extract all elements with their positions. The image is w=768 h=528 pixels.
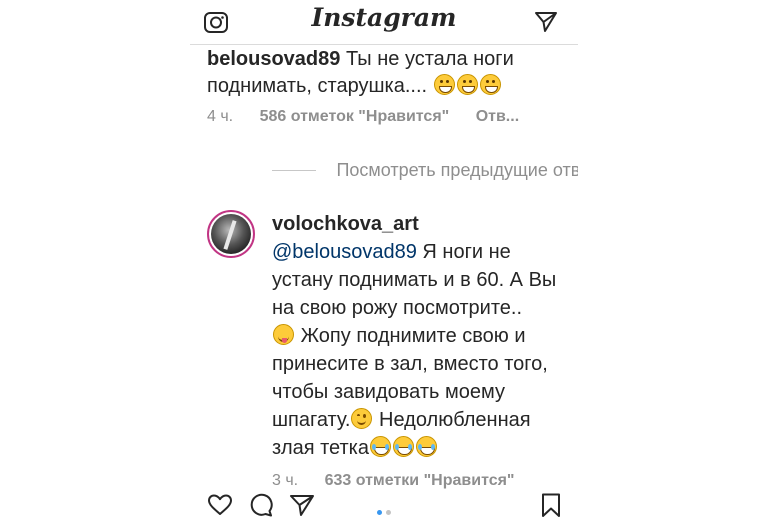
reply-text: volochkova_art @belousovad89 Я ноги не у…	[272, 210, 578, 462]
carousel-dot-active	[377, 510, 382, 515]
grinning-face-emoji-icon	[433, 74, 455, 95]
tears-of-joy-emoji-icon	[393, 436, 414, 457]
top-navigation-bar: Instagram	[190, 0, 578, 45]
reply-text-3: на свою рожу посмотрите..	[272, 297, 522, 319]
comment-text: belousovad89 Ты не устала ноги поднимать…	[207, 46, 575, 100]
avatar-image	[211, 214, 251, 254]
heart-icon[interactable]	[207, 492, 233, 518]
squinting-tongue-emoji-icon	[273, 324, 294, 345]
reply-text-9: злая тетка	[272, 437, 369, 459]
view-previous-replies[interactable]: Посмотреть предыдущие ответы (	[272, 160, 578, 181]
comment-username[interactable]: belousovad89	[207, 48, 340, 70]
share-icon[interactable]	[289, 492, 315, 518]
reply-username[interactable]: volochkova_art	[272, 213, 419, 235]
comment-body-line2: поднимать, старушка....	[207, 75, 428, 97]
comment: belousovad89 Ты не устала ноги поднимать…	[207, 46, 575, 126]
tears-of-joy-emoji-icon	[370, 436, 391, 457]
reply-text-6: чтобы завидовать моему	[272, 381, 505, 403]
comment-timestamp: 4 ч.	[207, 108, 234, 125]
avatar[interactable]	[207, 210, 255, 258]
grinning-face-emoji-icon	[479, 74, 501, 95]
bookmark-icon[interactable]	[538, 492, 564, 518]
reply-text-4: Жопу поднимите свою и	[300, 325, 526, 347]
reply-link[interactable]: Отв...	[476, 108, 519, 125]
post-action-bar	[190, 480, 578, 528]
instagram-screen: Instagram belousovad89 Ты не устала ноги…	[190, 0, 578, 528]
direct-message-icon[interactable]	[534, 10, 558, 34]
reply-body: volochkova_art @belousovad89 Я ноги не у…	[272, 210, 578, 490]
reply-text-7: шпагату.	[272, 409, 351, 431]
reply-text-8: Недолюбленная	[379, 409, 531, 431]
comment-likes-count[interactable]: 586 отметок "Нравится"	[260, 108, 450, 125]
carousel-indicator	[375, 502, 393, 520]
reply-text-1: Я ноги не	[422, 241, 511, 263]
comment-body-line1: Ты не устала ноги	[345, 48, 514, 70]
tears-of-joy-emoji-icon	[416, 436, 437, 457]
carousel-dot	[386, 510, 391, 515]
reply-text-5: принесите в зал, вместо того,	[272, 353, 548, 375]
app-logo-title: Instagram	[311, 3, 457, 32]
mention-link[interactable]: @belousovad89	[272, 241, 417, 263]
comment-meta: 4 ч. 586 отметок "Нравится" Отв...	[207, 108, 575, 126]
comment-icon[interactable]	[248, 492, 274, 518]
grinning-face-emoji-icon	[456, 74, 478, 95]
smiling-face-emoji-icon	[351, 408, 373, 429]
reply-text-2: устану поднимать и в 60. А Вы	[272, 269, 557, 291]
view-previous-replies-text[interactable]: Посмотреть предыдущие ответы (	[336, 160, 578, 180]
divider-line	[272, 170, 316, 171]
